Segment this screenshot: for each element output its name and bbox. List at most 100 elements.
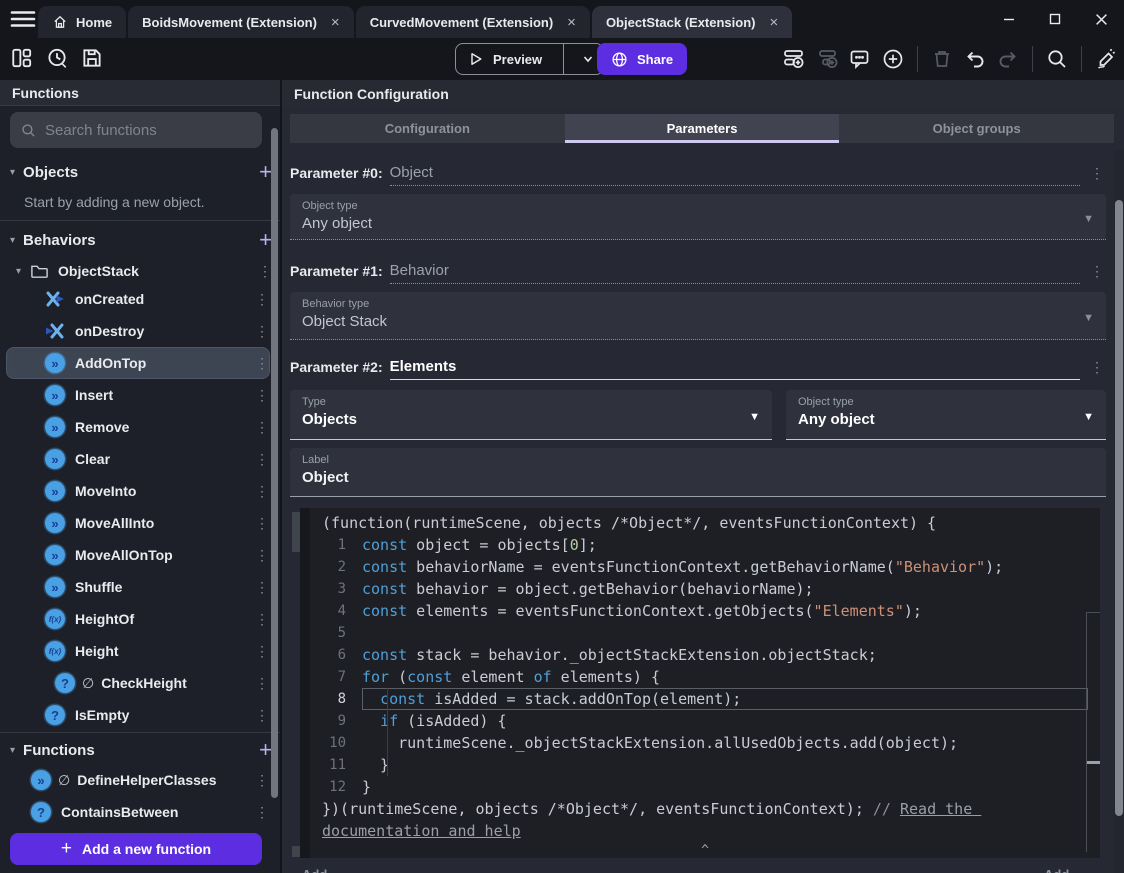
kebab-menu-icon[interactable]: ⋮ — [255, 291, 269, 308]
sidebar-item-containsbetween[interactable]: ? ContainsBetween ⋮ — [6, 796, 270, 828]
history-icon[interactable] — [45, 46, 69, 70]
sidebar-item-isempty[interactable]: ? IsEmpty ⋮ — [6, 699, 270, 731]
kebab-menu-icon[interactable]: ⋮ — [255, 547, 269, 564]
kebab-menu-icon[interactable]: ⋮ — [258, 263, 272, 280]
titlebar-tab-curvedmovement-extension-[interactable]: CurvedMovement (Extension) × — [355, 6, 590, 38]
kebab-menu-icon[interactable]: ⋮ — [255, 355, 269, 372]
minimize-button[interactable] — [986, 0, 1032, 38]
titlebar-tab-objectstack-extension-[interactable]: ObjectStack (Extension) × — [591, 6, 793, 38]
code-line-8[interactable]: 8 const isAdded = stack.addOnTop(element… — [322, 688, 1088, 710]
collapse-caret-icon[interactable]: ▾ — [10, 745, 15, 756]
kebab-menu-icon[interactable]: ⋮ — [255, 643, 269, 660]
code-line-11[interactable]: 11 } — [322, 754, 1088, 776]
sidebar-item-clear[interactable]: » Clear ⋮ — [6, 443, 270, 475]
kebab-menu-icon[interactable]: ⋮ — [255, 611, 269, 628]
kebab-menu-icon[interactable]: ⋮ — [255, 515, 269, 532]
sidebar-item-moveallontop[interactable]: » MoveAllOnTop ⋮ — [6, 539, 270, 571]
tab-close-icon[interactable]: × — [769, 14, 778, 31]
object-type-select-2[interactable]: Object type Any object ▼ — [786, 390, 1106, 440]
collapse-caret-icon[interactable]: ▾ — [16, 266, 21, 277]
tab-close-icon[interactable]: × — [567, 14, 576, 31]
search-icon[interactable] — [1045, 47, 1069, 71]
layout-columns-icon[interactable] — [10, 46, 34, 70]
add-comment-icon[interactable] — [848, 47, 872, 71]
kebab-menu-icon[interactable]: ⋮ — [1090, 165, 1104, 186]
add-action-link[interactable]: Add... — [1044, 867, 1080, 873]
sidebar-item-moveallinto[interactable]: » MoveAllInto ⋮ — [6, 507, 270, 539]
kebab-menu-icon[interactable]: ⋮ — [255, 451, 269, 468]
redo-icon[interactable] — [996, 47, 1020, 71]
code-line-6[interactable]: 6 const stack = behavior._objectStackExte… — [322, 644, 1088, 666]
label-field[interactable]: Label Object — [290, 448, 1106, 497]
javascript-code-editor[interactable]: (function(runtimeScene, objects /*Object… — [310, 508, 1100, 858]
behavior-type-select[interactable]: Behavior type Object Stack ▼ — [290, 292, 1106, 340]
sidebar-item-definehelperclasses[interactable]: » ∅ DefineHelperClasses ⋮ — [6, 764, 270, 796]
object-type-select[interactable]: Object type Any object ▼ — [290, 194, 1106, 240]
sidebar-item-heightof[interactable]: f(x) HeightOf ⋮ — [6, 603, 270, 635]
code-line-5[interactable]: 5 — [322, 622, 1088, 644]
code-line-1[interactable]: 1 const object = objects[0]; — [322, 534, 1088, 556]
share-button[interactable]: Share — [597, 43, 688, 75]
save-icon[interactable] — [80, 46, 104, 70]
sidebar-item-height[interactable]: f(x) Height ⋮ — [6, 635, 270, 667]
kebab-menu-icon[interactable]: ⋮ — [255, 387, 269, 404]
collapse-caret-icon[interactable]: ▾ — [10, 235, 15, 246]
kebab-menu-icon[interactable]: ⋮ — [255, 579, 269, 596]
kebab-menu-icon[interactable]: ⋮ — [255, 323, 269, 340]
sidebar-item-insert[interactable]: » Insert ⋮ — [6, 379, 270, 411]
kebab-menu-icon[interactable]: ⋮ — [1090, 263, 1104, 284]
sidebar-item-checkheight[interactable]: ? ∅ CheckHeight ⋮ — [6, 667, 270, 699]
sidebar-item-shuffle[interactable]: » Shuffle ⋮ — [6, 571, 270, 603]
code-line-3[interactable]: 3 const behavior = object.getBehavior(beh… — [322, 578, 1088, 600]
parameter-name-input[interactable]: Elements — [389, 358, 1080, 380]
add-action-link[interactable]: Add... — [302, 867, 338, 873]
tab-configuration[interactable]: Configuration — [290, 114, 565, 143]
parameter-name-input[interactable]: Behavior — [389, 262, 1080, 284]
main-menu-icon[interactable] — [10, 9, 36, 29]
close-button[interactable] — [1078, 0, 1124, 38]
maximize-button[interactable] — [1032, 0, 1078, 38]
titlebar-tab-boidsmovement-extension-[interactable]: BoidsMovement (Extension) × — [128, 6, 354, 38]
code-line-7[interactable]: 7 for (const element of elements) { — [322, 666, 1088, 688]
titlebar-tab-home[interactable]: Home — [38, 6, 127, 38]
sidebar-item-moveinto[interactable]: » MoveInto ⋮ — [6, 475, 270, 507]
tab-close-icon[interactable]: × — [331, 14, 340, 31]
delete-icon[interactable] — [930, 47, 954, 71]
collapse-caret-icon[interactable]: ▾ — [10, 167, 15, 178]
kebab-menu-icon[interactable]: ⋮ — [255, 483, 269, 500]
code-line-12[interactable]: 12} — [322, 776, 1088, 798]
search-functions-box[interactable] — [10, 112, 262, 148]
preview-button[interactable]: Preview — [455, 43, 605, 75]
sidebar-scrollbar[interactable] — [271, 128, 278, 798]
add-circle-icon[interactable] — [881, 47, 905, 71]
kebab-menu-icon[interactable]: ⋮ — [255, 804, 269, 821]
code-line-10[interactable]: 10 runtimeScene._objectStackExtension.al… — [322, 732, 1088, 754]
parameter-name-input[interactable]: Object — [389, 164, 1080, 186]
tab-parameters[interactable]: Parameters — [564, 114, 840, 143]
main-scrollbar-thumb[interactable] — [1115, 200, 1123, 816]
add-new-function-button[interactable]: + Add a new function — [10, 833, 262, 865]
kebab-menu-icon[interactable]: ⋮ — [255, 707, 269, 724]
sidebar-item-oncreated[interactable]: onCreated ⋮ — [6, 283, 270, 315]
edit-scene-icon[interactable] — [1094, 47, 1118, 71]
event-handle[interactable] — [292, 846, 300, 857]
add-subevent-icon[interactable] — [815, 47, 839, 71]
tab-object-groups[interactable]: Object groups — [839, 114, 1114, 143]
main-scrollbar-track[interactable] — [1114, 150, 1124, 873]
sidebar-item-remove[interactable]: » Remove ⋮ — [6, 411, 270, 443]
search-functions-input[interactable] — [45, 121, 235, 139]
sidebar-item-ondestroy[interactable]: onDestroy ⋮ — [6, 315, 270, 347]
sidebar-item-addontop[interactable]: » AddOnTop ⋮ — [6, 347, 270, 379]
behavior-folder-objectstack[interactable]: ▾ ObjectStack ⋮ — [16, 256, 272, 286]
event-handle[interactable] — [292, 512, 300, 552]
code-line-9[interactable]: 9 if (isAdded) { — [322, 710, 1088, 732]
editor-expander-icon[interactable]: ^ — [322, 842, 1088, 858]
kebab-menu-icon[interactable]: ⋮ — [255, 419, 269, 436]
add-event-icon[interactable] — [782, 47, 806, 71]
kebab-menu-icon[interactable]: ⋮ — [255, 772, 269, 789]
code-line-2[interactable]: 2 const behaviorName = eventsFunctionCont… — [322, 556, 1088, 578]
kebab-menu-icon[interactable]: ⋮ — [255, 675, 269, 692]
type-select[interactable]: Type Objects ▼ — [290, 390, 772, 440]
code-line-4[interactable]: 4 const elements = eventsFunctionContext.… — [322, 600, 1088, 622]
undo-icon[interactable] — [963, 47, 987, 71]
